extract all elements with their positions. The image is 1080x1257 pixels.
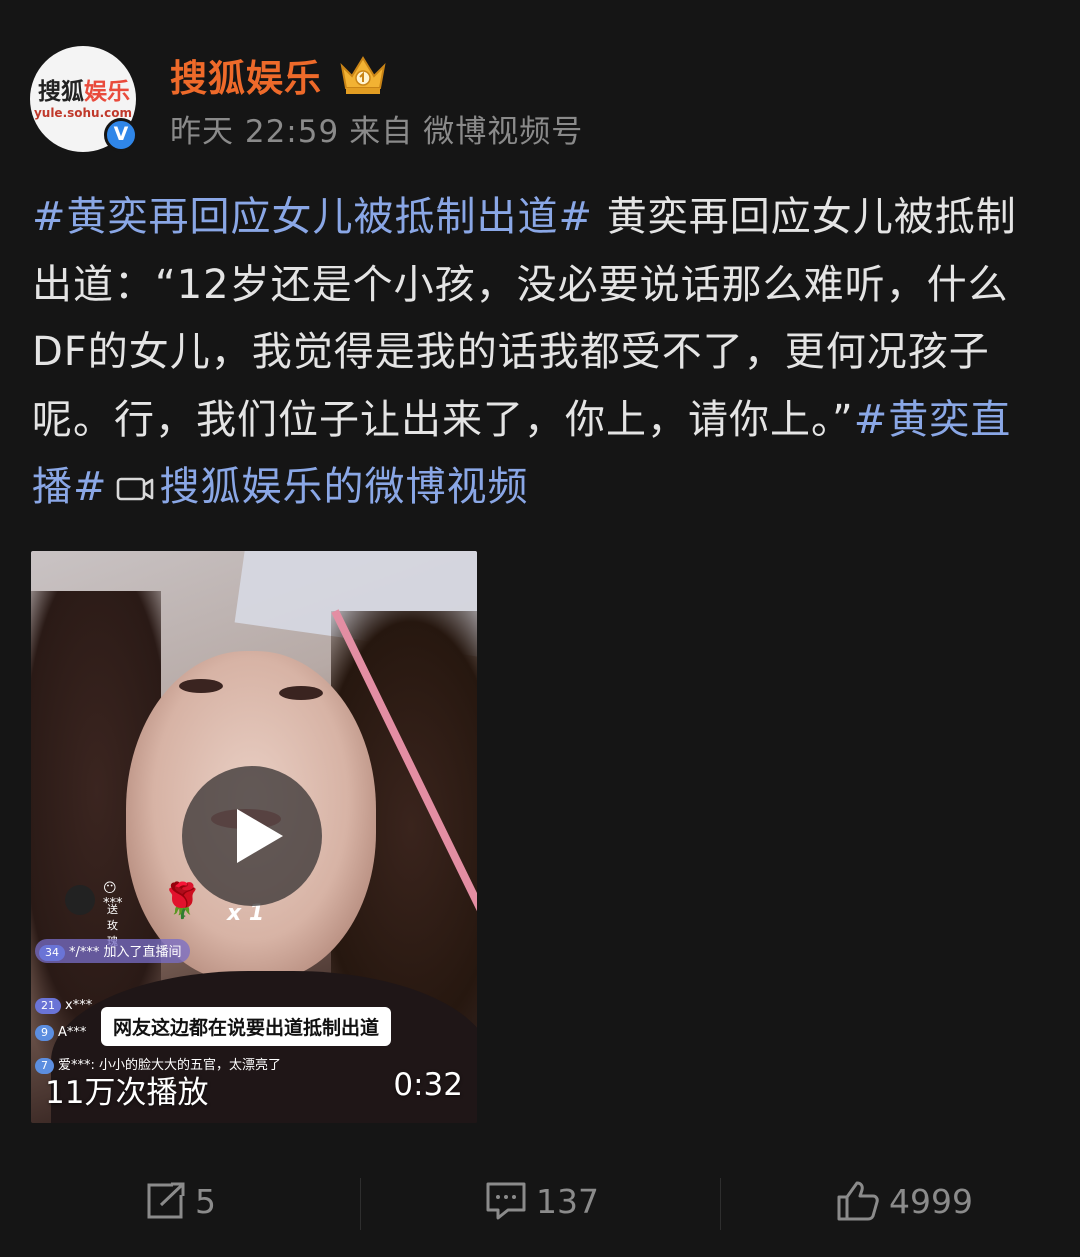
action-bar: 5 137 4999 xyxy=(0,1150,1080,1250)
avatar-logo-text: 搜狐娱乐 xyxy=(38,79,130,105)
comment-count: 137 xyxy=(536,1181,599,1221)
post-text: #黄奕再回应女儿被抵制出道# 黄奕再回应女儿被抵制出道：“12岁还是个小孩，没必… xyxy=(32,184,1052,522)
repost-icon xyxy=(147,1182,185,1219)
post-time: 昨天 22:59 xyxy=(170,114,340,150)
post-source[interactable]: 微博视频号 xyxy=(423,114,583,150)
like-count: 4999 xyxy=(889,1181,973,1221)
account-name[interactable]: 搜狐娱乐 xyxy=(170,48,322,102)
rose-icon: 🌹 xyxy=(161,881,204,921)
video-caption: 网友这边都在说要出道抵制出道 xyxy=(101,1007,392,1046)
live-chat-row: 21 x*** xyxy=(35,998,92,1014)
video-player[interactable]: 😶*** 送玫瑰 🌹 x 1 34*/*** 加入了直播间 21x*** 9A*… xyxy=(31,551,477,1123)
video-duration: 0:32 xyxy=(393,1067,463,1103)
video-frame-eye xyxy=(279,686,323,700)
comment-button[interactable]: 137 xyxy=(484,1178,599,1224)
thumbs-up-icon xyxy=(837,1181,879,1221)
action-divider xyxy=(720,1178,721,1230)
action-divider xyxy=(360,1178,361,1230)
like-button[interactable]: 4999 xyxy=(835,1178,973,1224)
video-camera-icon xyxy=(116,477,153,501)
live-chat-row: 9 A*** xyxy=(35,1025,86,1041)
post-meta: 昨天 22:59 来自 微博视频号 xyxy=(170,106,593,151)
repost-count: 5 xyxy=(195,1181,216,1221)
live-join-message: 34 */*** 加入了直播间 xyxy=(35,939,190,963)
repost-button[interactable]: 5 xyxy=(143,1178,216,1224)
hashtag-link[interactable]: #黄奕再回应女儿被抵制出道# xyxy=(32,194,593,240)
comment-icon xyxy=(486,1182,526,1220)
video-link[interactable]: 搜狐娱乐的微博视频 xyxy=(160,464,529,510)
crown-icon xyxy=(340,56,386,94)
video-frame-eye xyxy=(179,679,223,693)
source-prefix: 来自 xyxy=(349,114,414,150)
play-count: 11万次播放 xyxy=(45,1075,209,1111)
play-button[interactable] xyxy=(182,766,322,906)
verified-badge-icon: V xyxy=(104,118,138,152)
